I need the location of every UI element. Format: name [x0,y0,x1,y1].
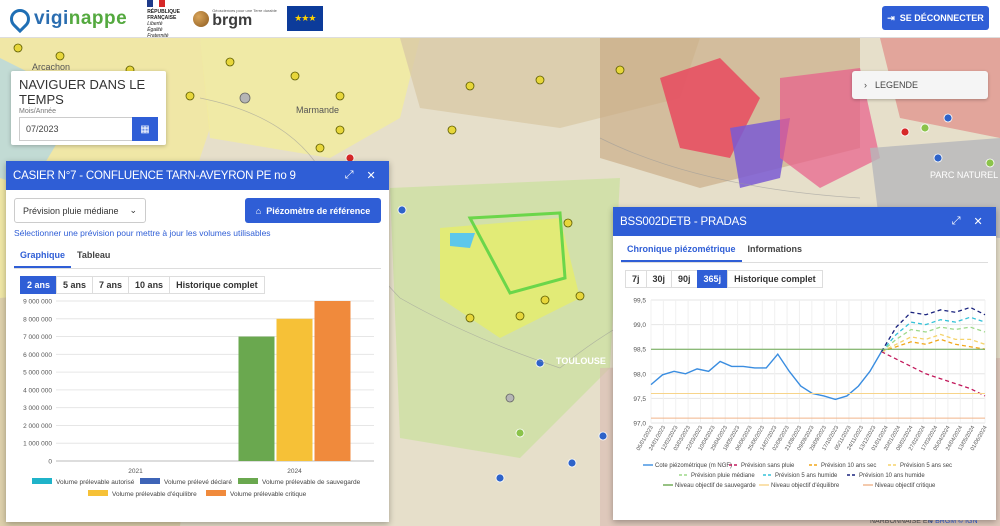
time-navigator: NAVIGUER DANS LE TEMPS Mois/Année 07/202… [11,71,166,145]
expand-icon[interactable]: ⤢ [945,215,967,228]
brand-part2: nappe [68,7,128,29]
period-2-ans[interactable]: 2 ans [20,276,58,294]
logout-button[interactable]: ⇥ SE DÉCONNECTER [882,6,989,30]
chevron-down-icon: ⌄ [129,205,137,215]
piezometer-panel-title: BSS002DETB - PRADAS [620,215,747,228]
piezometer-panel: BSS002DETB - PRADAS ⤢ ✕ Chronique piézom… [613,207,996,520]
map-label-toulouse: TOULOUSE [556,356,606,366]
chevron-right-icon: › [864,80,867,90]
legend-entry: Volume prélevable critique [230,491,307,498]
app-header: viginappe RÉPUBLIQUE FRANÇAISE Liberté É… [0,0,1000,39]
legend-entry: Prévision 10 ans sec [821,463,876,469]
legend-entry: Prévision 5 ans sec [900,463,952,469]
period-10-ans[interactable]: 10 ans [128,276,171,294]
calendar-button[interactable]: ▦ [132,117,158,141]
x-tick-label: 2024 [287,468,302,475]
y-tick-label: 4 000 000 [23,387,52,394]
legend-entry: Volume prélevé déclaré [164,479,232,486]
y-tick-label: 97,0 [633,421,646,428]
legend-swatch [206,490,226,496]
calendar-icon: ▦ [140,123,150,135]
brand-part1: vigi [34,7,69,29]
month-year-input[interactable]: 07/2023 [19,117,132,141]
bar [276,318,313,461]
close-icon[interactable]: ✕ [360,169,382,182]
casier-panel: CASIER N°7 - CONFLUENCE TARN-AVEYRON PE … [6,161,389,522]
piezometric-line-chart: 97,097,598,098,599,099,505/01/202324/01/… [633,298,988,490]
legend-swatch [32,478,52,484]
series-line [881,338,986,353]
forecast-hint: Sélectionner une prévision pour mettre à… [14,228,271,238]
period-365j[interactable]: 365j [696,270,729,288]
legend-entry: Prévision 5 ans humide [775,473,838,479]
legend-button[interactable]: › LEGENDE [852,71,988,99]
legend-entry: Cote piézométrique (m NGF) [655,463,732,469]
legend-entry: Prévision sans pluie [741,463,795,469]
tab-graphique[interactable]: Graphique [14,246,72,268]
y-tick-label: 8 000 000 [23,316,52,323]
tag-icon: ⌂ [255,205,262,216]
y-tick-label: 2 000 000 [23,423,52,430]
x-tick-label: 2021 [128,468,143,475]
bar [238,336,275,461]
brgm-globe-icon [193,10,210,27]
viginappe-logo[interactable]: viginappe [5,4,128,33]
tab-tableau[interactable]: Tableau [71,246,116,268]
period-historique-complet[interactable]: Historique complet [727,270,823,288]
legend-swatch [88,490,108,496]
y-tick-label: 0 [48,459,52,466]
legend-swatch [140,478,160,484]
y-tick-label: 1 000 000 [23,441,52,448]
volumes-bar-chart: 0 1 000 000 2 000 000 3 000 000 4 000 000 5 0… [23,299,374,498]
y-tick-label: 97,5 [633,396,646,403]
casier-panel-header: CASIER N°7 - CONFLUENCE TARN-AVEYRON PE … [6,161,389,190]
legend-entry: Volume prélevable d'équilibre [112,491,197,498]
period-90j[interactable]: 90j [671,270,698,288]
y-tick-label: 98,0 [633,371,646,378]
y-tick-label: 3 000 000 [23,405,52,412]
tab-chronique[interactable]: Chronique piézométrique [621,240,742,262]
period-7-ans[interactable]: 7 ans [92,276,130,294]
close-icon[interactable]: ✕ [967,215,989,228]
expand-icon[interactable]: ⤢ [338,169,360,182]
y-tick-label: 5 000 000 [23,370,52,377]
legend-entry: Niveau objectif critique [875,483,936,489]
period-5-ans[interactable]: 5 ans [56,276,94,294]
series-line [650,351,883,401]
forecast-select[interactable]: Prévision pluie médiane ⌄ [14,198,146,223]
time-navigator-title: NAVIGUER DANS LE TEMPS [19,77,146,107]
legend-entry: Volume prélevable autorisé [56,479,135,486]
period-historique-complet[interactable]: Historique complet [169,276,265,294]
map-label-marmande: Marmande [296,105,340,115]
period-30j[interactable]: 30j [645,270,673,288]
y-tick-label: 99,5 [633,298,646,305]
tab-informations[interactable]: Informations [742,240,809,262]
y-tick-label: 6 000 000 [23,352,52,359]
legend-entry: Prévision 10 ans humide [859,473,925,479]
map-label-parc: PARC NATUREL [930,170,999,180]
legend-entry: Prévision pluie médiane [691,473,755,479]
period-7j[interactable]: 7j [625,270,647,288]
legend-entry: Niveau objectif d'équilibre [771,483,840,489]
eu-flag-icon: ★★★ [286,6,323,31]
y-tick-label: 7 000 000 [23,334,52,341]
legend-swatch [238,478,258,484]
y-tick-label: 98,5 [633,347,646,354]
time-navigator-sublabel: Mois/Année [19,108,56,115]
casier-panel-title: CASIER N°7 - CONFLUENCE TARN-AVEYRON PE … [13,169,296,182]
y-tick-label: 9 000 000 [23,299,52,306]
bar [314,301,351,461]
piezometer-panel-header: BSS002DETB - PRADAS ⤢ ✕ [613,207,996,236]
legend-entry: Volume prélevable de sauvegarde [262,479,361,486]
reference-piezometer-button[interactable]: ⌂ Piézomètre de référence [245,198,381,223]
brgm-logo: Géosciences pour une Terre durable brgm [193,8,277,29]
y-tick-label: 99,0 [633,322,646,329]
republique-francaise-logo: RÉPUBLIQUE FRANÇAISE Liberté Égalité Fra… [147,0,185,39]
drop-icon [5,4,35,33]
login-icon: ⇥ [887,12,895,23]
legend-entry: Niveau objectif de sauvegarde [675,483,756,489]
